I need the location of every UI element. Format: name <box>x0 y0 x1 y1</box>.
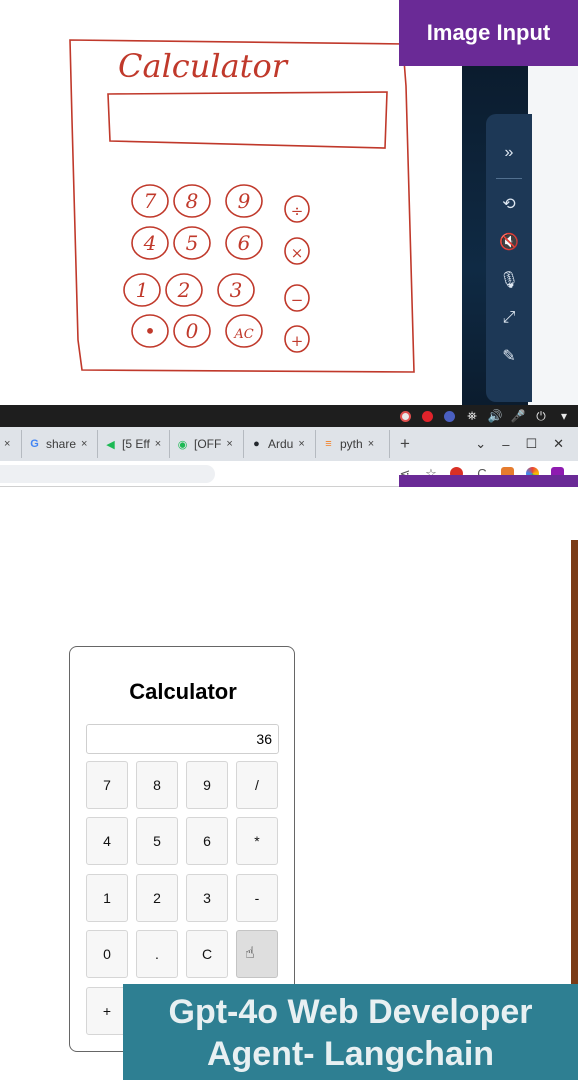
tab-title: share <box>46 437 77 451</box>
calculator-title: Calculator <box>129 679 237 704</box>
address-bar[interactable] <box>0 465 215 483</box>
google-icon: G <box>30 438 39 450</box>
close-icon[interactable]: × <box>226 438 232 450</box>
sketch-key-label: 6 <box>238 231 251 255</box>
calculator-key[interactable]: * <box>236 817 278 865</box>
sketch-key-label: 7 <box>144 189 157 213</box>
tab-search-icon[interactable]: ⌄ <box>475 436 486 452</box>
dropdown-icon[interactable]: ▾ <box>558 409 570 423</box>
sketch-key-label: AC <box>233 327 253 342</box>
close-icon[interactable]: × <box>298 438 304 450</box>
calculator-key[interactable]: - <box>236 874 278 922</box>
github-icon: ● <box>253 438 260 450</box>
image-input-badge: Image Input <box>399 0 578 66</box>
close-icon[interactable]: × <box>155 438 161 450</box>
calculator-key[interactable]: / <box>236 761 278 809</box>
stop-icon[interactable] <box>422 410 433 422</box>
sketch-key-label: 8 <box>186 189 199 213</box>
sketch-key-label: × <box>291 244 304 262</box>
minimize-icon[interactable]: – <box>502 437 509 452</box>
chevrons-right-icon[interactable]: » <box>489 134 529 172</box>
speaker-muted-icon[interactable]: 🔇 <box>489 223 529 261</box>
sketch-display <box>107 91 388 149</box>
stackoverflow-icon: ≡ <box>325 438 332 450</box>
pen-off-icon[interactable]: ✎ <box>489 337 529 375</box>
calculator-key[interactable]: 2 <box>136 874 178 922</box>
calculator-key[interactable]: 0 <box>86 930 128 978</box>
calculator-key[interactable]: 7 <box>86 761 128 809</box>
tab-share[interactable]: G share × <box>22 430 98 458</box>
sketch-title: Calculator <box>118 47 289 85</box>
sketch-key-label: − <box>291 291 304 309</box>
os-top-bar: ⛯ 🔊 🎤 ⏻ ▾ <box>0 405 578 427</box>
caption-line-2: Agent- Langchain <box>206 1035 495 1073</box>
hand-cursor-icon: ☝ <box>245 945 255 962</box>
sketch-key-label: 9 <box>238 189 251 213</box>
side-tool-panel: » ⟲ 🔇 🎙 ⤢ ✎ <box>486 114 532 402</box>
sketch-key-label: ÷ <box>291 202 304 220</box>
tab-title: pyth <box>340 437 363 451</box>
volume-icon[interactable]: 🔊 <box>488 409 503 423</box>
network-icon[interactable]: ⛯ <box>466 409 478 423</box>
tab-python[interactable]: ≡ pyth × <box>316 430 390 458</box>
calculator-key[interactable]: . <box>136 930 178 978</box>
caption-line-1: Gpt-4o Web Developer <box>168 993 533 1031</box>
microphone-icon[interactable]: 🎤 <box>511 409 526 423</box>
caption-banner: Gpt-4o Web Developer Agent- Langchain <box>123 984 578 1080</box>
calculator-key[interactable] <box>236 930 278 978</box>
tab-title: [OFF <box>194 437 222 451</box>
fullscreen-icon[interactable]: ⤢ <box>489 299 529 337</box>
calculator-key[interactable]: 3 <box>186 874 228 922</box>
status-indicator-icon[interactable] <box>400 410 411 422</box>
tab-title: [5 Eff <box>122 437 150 451</box>
power-icon[interactable]: ⏻ <box>535 409 547 423</box>
calculator-key[interactable]: + <box>86 987 128 1035</box>
calculator-key[interactable]: 1 <box>86 874 128 922</box>
new-tab-button[interactable]: + <box>390 434 420 454</box>
sketch-input-area: Calculator 7 8 9 ÷ 4 5 6 × 1 2 3 − • 0 AC + » ⟲ 🔇 🎙 ⤢ ✎… <box>0 0 578 405</box>
tool-separator <box>496 178 522 179</box>
tab-5-eff[interactable]: ◀ [5 Eff × <box>98 430 170 458</box>
window-edge <box>571 540 578 985</box>
browser-tab-strip: × G share × ◀ [5 Eff × ◉ [OFF × ● Ardu ×… <box>0 427 578 461</box>
sketch-key-label: • <box>144 319 156 343</box>
tab-arduino[interactable]: ● Ardu × <box>244 430 316 458</box>
teams-icon[interactable] <box>444 410 455 422</box>
maximize-icon[interactable]: ☐ <box>525 436 537 452</box>
calculator-key[interactable]: 6 <box>186 817 228 865</box>
mic-muted-icon[interactable]: 🎙 <box>489 261 529 299</box>
tab-previous[interactable]: × <box>0 430 22 458</box>
spotify-icon: ◉ <box>177 438 188 451</box>
calculator-key[interactable]: 9 <box>186 761 228 809</box>
calculator-display[interactable]: 36 <box>86 724 279 754</box>
tab-off[interactable]: ◉ [OFF × <box>170 430 244 458</box>
sketch-key-label: 5 <box>186 231 199 255</box>
sketch-key-label: 4 <box>143 231 157 255</box>
close-icon[interactable]: × <box>368 438 374 450</box>
video-light-panel <box>528 66 578 405</box>
sketch-key-label: 0 <box>186 319 199 343</box>
tab-title: Ardu <box>268 437 294 451</box>
close-icon[interactable]: × <box>81 438 87 450</box>
sketch-key-label: 1 <box>136 278 149 302</box>
sketch-key-label: 2 <box>177 278 191 302</box>
close-icon[interactable]: × <box>4 438 10 450</box>
close-window-icon[interactable]: ✕ <box>553 436 564 452</box>
sketch-key-label: 3 <box>230 278 243 302</box>
calculator-key[interactable]: 5 <box>136 817 178 865</box>
calculator-key[interactable]: 8 <box>136 761 178 809</box>
rotate-icon[interactable]: ⟲ <box>489 185 529 223</box>
calculator-key[interactable]: 4 <box>86 817 128 865</box>
calculator-key[interactable]: C <box>186 930 228 978</box>
play-icon: ◀ <box>106 438 115 451</box>
sketch-key-label: + <box>291 332 304 350</box>
window-controls: ⌄ – ☐ ✕ <box>475 436 578 452</box>
